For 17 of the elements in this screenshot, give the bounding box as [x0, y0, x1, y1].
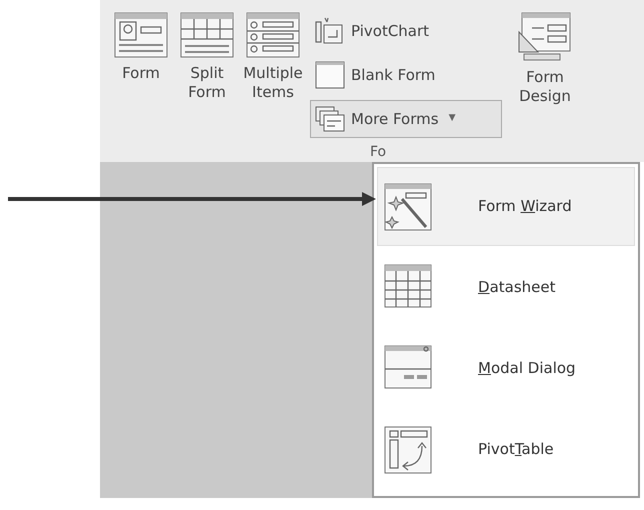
- multiple-icon: [246, 12, 300, 58]
- dropdown-button[interactable]: More Forms ▼: [310, 100, 502, 138]
- ribbon-button[interactable]: Form: [110, 12, 172, 142]
- menu-item[interactable]: Form Wizard: [377, 167, 635, 246]
- blank-icon: [315, 61, 345, 89]
- design-icon: [518, 12, 572, 62]
- ribbon-button[interactable]: Multiple Items: [242, 12, 304, 142]
- wizard-icon: [384, 182, 432, 230]
- ribbon-button[interactable]: Split Form: [176, 12, 238, 142]
- form-icon: [114, 12, 168, 58]
- pivottable-icon: [384, 426, 432, 474]
- ribbon-button[interactable]: Blank Form: [310, 56, 502, 94]
- group-label: Fo: [370, 144, 386, 160]
- more-icon: [315, 105, 345, 133]
- ribbon-button[interactable]: Form Design: [506, 12, 584, 142]
- split-icon: [180, 12, 234, 58]
- ribbon-button[interactable]: PivotChart: [310, 12, 502, 50]
